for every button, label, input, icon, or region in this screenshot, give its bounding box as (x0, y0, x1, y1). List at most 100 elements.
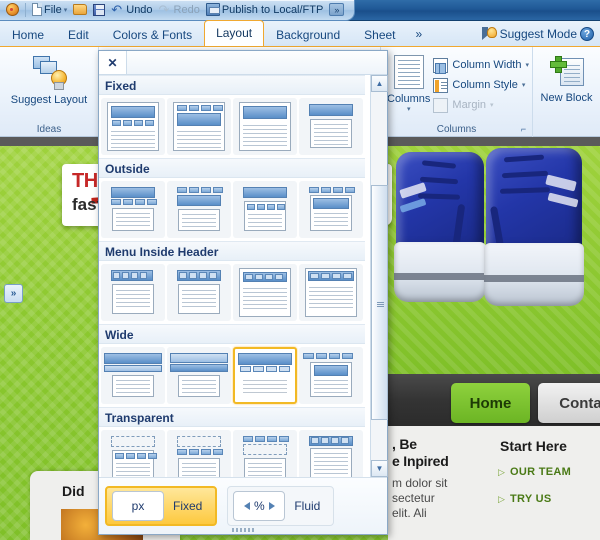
content-body-text: m dolor sit sectetur elit. Ali (392, 476, 448, 520)
layout-wide-2[interactable] (167, 347, 231, 404)
tab-sheet[interactable]: Sheet (352, 22, 407, 46)
publish-button[interactable]: Publish to Local/FTP (203, 0, 327, 19)
resize-grip[interactable] (232, 528, 254, 532)
tab-layout[interactable]: Layout (204, 20, 265, 46)
column-width-icon (433, 57, 449, 74)
column-width-label: Column Width (452, 59, 522, 71)
panel-expander-button[interactable]: » (4, 284, 23, 303)
layout-transparent-4[interactable] (299, 430, 363, 477)
ribbon-group-title-columns: Columns (436, 124, 477, 135)
close-icon[interactable]: ✕ (99, 51, 127, 74)
unit-px-value[interactable]: px (112, 491, 164, 521)
gallery-section-title-transparent: Transparent (99, 407, 365, 427)
margin-icon (433, 97, 449, 113)
suggest-layout-button[interactable]: Suggest Layout (7, 50, 91, 106)
ribbon-group-ideas: Suggest Layout Ideas (0, 47, 98, 137)
columns-button[interactable]: Columns ▾ (387, 53, 430, 113)
layout-fixed-4[interactable] (299, 98, 363, 155)
help-icon[interactable]: ? (580, 27, 594, 41)
undo-label: Undo (126, 3, 153, 16)
suggest-layout-icon (31, 56, 67, 90)
layout-outside-2[interactable] (167, 181, 231, 238)
site-navbar: Home Conta (388, 374, 600, 426)
column-width-button[interactable]: Column Width ▾ (430, 55, 532, 75)
suggest-layout-label: Suggest Layout (10, 94, 88, 106)
tab-home[interactable]: Home (0, 22, 56, 46)
start-here-heading: Start Here (500, 438, 567, 454)
new-block-icon (549, 56, 584, 88)
scroll-down-arrow-icon[interactable]: ▼ (371, 460, 388, 477)
arrow-right-icon[interactable] (268, 502, 275, 510)
scrollbar-thumb[interactable] (371, 185, 388, 420)
arrow-left-icon[interactable] (244, 502, 250, 510)
ribbon-tab-strip: Home Edit Colors & Fonts Layout Backgrou… (0, 20, 600, 47)
margin-chevron-down-icon: ▾ (490, 102, 494, 109)
undo-button[interactable]: ↶ Undo (108, 0, 155, 19)
width-mode-fluid[interactable]: % Fluid (227, 486, 335, 526)
publish-icon (205, 3, 220, 16)
suggest-mode-label: Suggest Mode (499, 27, 577, 41)
tab-edit[interactable]: Edit (56, 22, 101, 46)
layout-fixed-3[interactable] (233, 98, 297, 155)
suggest-mode-button[interactable]: Suggest Mode ? (481, 22, 600, 46)
redo-button[interactable]: ↷ Redo (156, 0, 203, 19)
double-chevron-icon: » (329, 3, 345, 16)
unit-percent-value: % (254, 499, 265, 513)
layout-menuinside-3[interactable] (233, 264, 297, 321)
sneaker-left (394, 152, 486, 302)
new-block-button[interactable]: New Block (537, 50, 597, 104)
width-mode-fluid-label: Fluid (294, 499, 321, 513)
site-content-area: , Be e Inpired m dolor sit sectetur elit… (388, 426, 600, 540)
layout-transparent-3[interactable] (233, 430, 297, 477)
column-style-icon (433, 77, 449, 93)
tab-background[interactable]: Background (264, 22, 352, 46)
content-heading-line2: e Inpired (392, 453, 449, 469)
open-folder-icon (73, 4, 88, 15)
layout-menuinside-4[interactable] (299, 264, 363, 321)
file-button[interactable]: File ▾ (29, 0, 70, 19)
hero-photo (388, 146, 600, 374)
layout-transparent-1[interactable] (101, 430, 165, 477)
column-style-button[interactable]: Column Style ▾ (430, 75, 532, 95)
width-mode-fixed-label: Fixed (173, 499, 203, 513)
nav-button-contact[interactable]: Conta (538, 383, 600, 423)
qat-overflow-button[interactable]: » (326, 0, 347, 19)
sneaker-right (484, 148, 584, 306)
layout-fixed-2[interactable] (167, 98, 231, 155)
layout-wide-1[interactable] (101, 347, 165, 404)
layout-outside-1[interactable] (101, 181, 165, 238)
layout-wide-4[interactable] (299, 347, 363, 404)
save-button[interactable] (90, 0, 108, 19)
layout-fixed-1[interactable] (101, 98, 165, 155)
columns-label: Columns (387, 93, 431, 105)
did-you-know-heading: Did (62, 483, 85, 499)
gallery-section-title-menu-inside-header: Menu Inside Header (99, 241, 365, 261)
gallery-scrollbar[interactable]: ▲ ▼ (370, 75, 388, 477)
tab-overflow-button[interactable]: » (408, 22, 431, 46)
gallery-scroll-area[interactable]: Fixed Outside Menu Inside Header Wide Tr… (99, 75, 387, 477)
layout-gallery-popup[interactable]: ✕ Fixed Outside Menu Inside Header Wide … (98, 50, 388, 535)
app-menu-button[interactable] (3, 0, 22, 19)
link-try-us[interactable]: TRY US (510, 493, 552, 505)
width-mode-fixed[interactable]: px Fixed (105, 486, 218, 526)
link-our-team[interactable]: OUR TEAM (510, 466, 571, 478)
ribbon-group-columns: Columns ▾ Column Width ▾ Column Style ▾ … (380, 47, 532, 137)
layout-outside-4[interactable] (299, 181, 363, 238)
layout-outside-3[interactable] (233, 181, 297, 238)
publish-label: Publish to Local/FTP (221, 3, 324, 16)
layout-menuinside-1[interactable] (101, 264, 165, 321)
layout-wide-3[interactable] (233, 347, 297, 404)
nav-button-home[interactable]: Home (451, 383, 530, 423)
columns-dialog-launcher[interactable]: ⌐ (518, 124, 529, 135)
gallery-row-wide (99, 344, 365, 407)
gallery-header: ✕ (99, 51, 387, 75)
unit-percent-stepper[interactable]: % (233, 491, 286, 521)
layout-transparent-2[interactable] (167, 430, 231, 477)
file-label: File (44, 3, 62, 16)
column-width-chevron-down-icon: ▾ (525, 62, 529, 69)
tab-colors-fonts[interactable]: Colors & Fonts (101, 22, 204, 46)
open-button[interactable] (70, 0, 90, 19)
scroll-up-arrow-icon[interactable]: ▲ (371, 75, 388, 92)
layout-menuinside-2[interactable] (167, 264, 231, 321)
save-icon (93, 3, 106, 16)
